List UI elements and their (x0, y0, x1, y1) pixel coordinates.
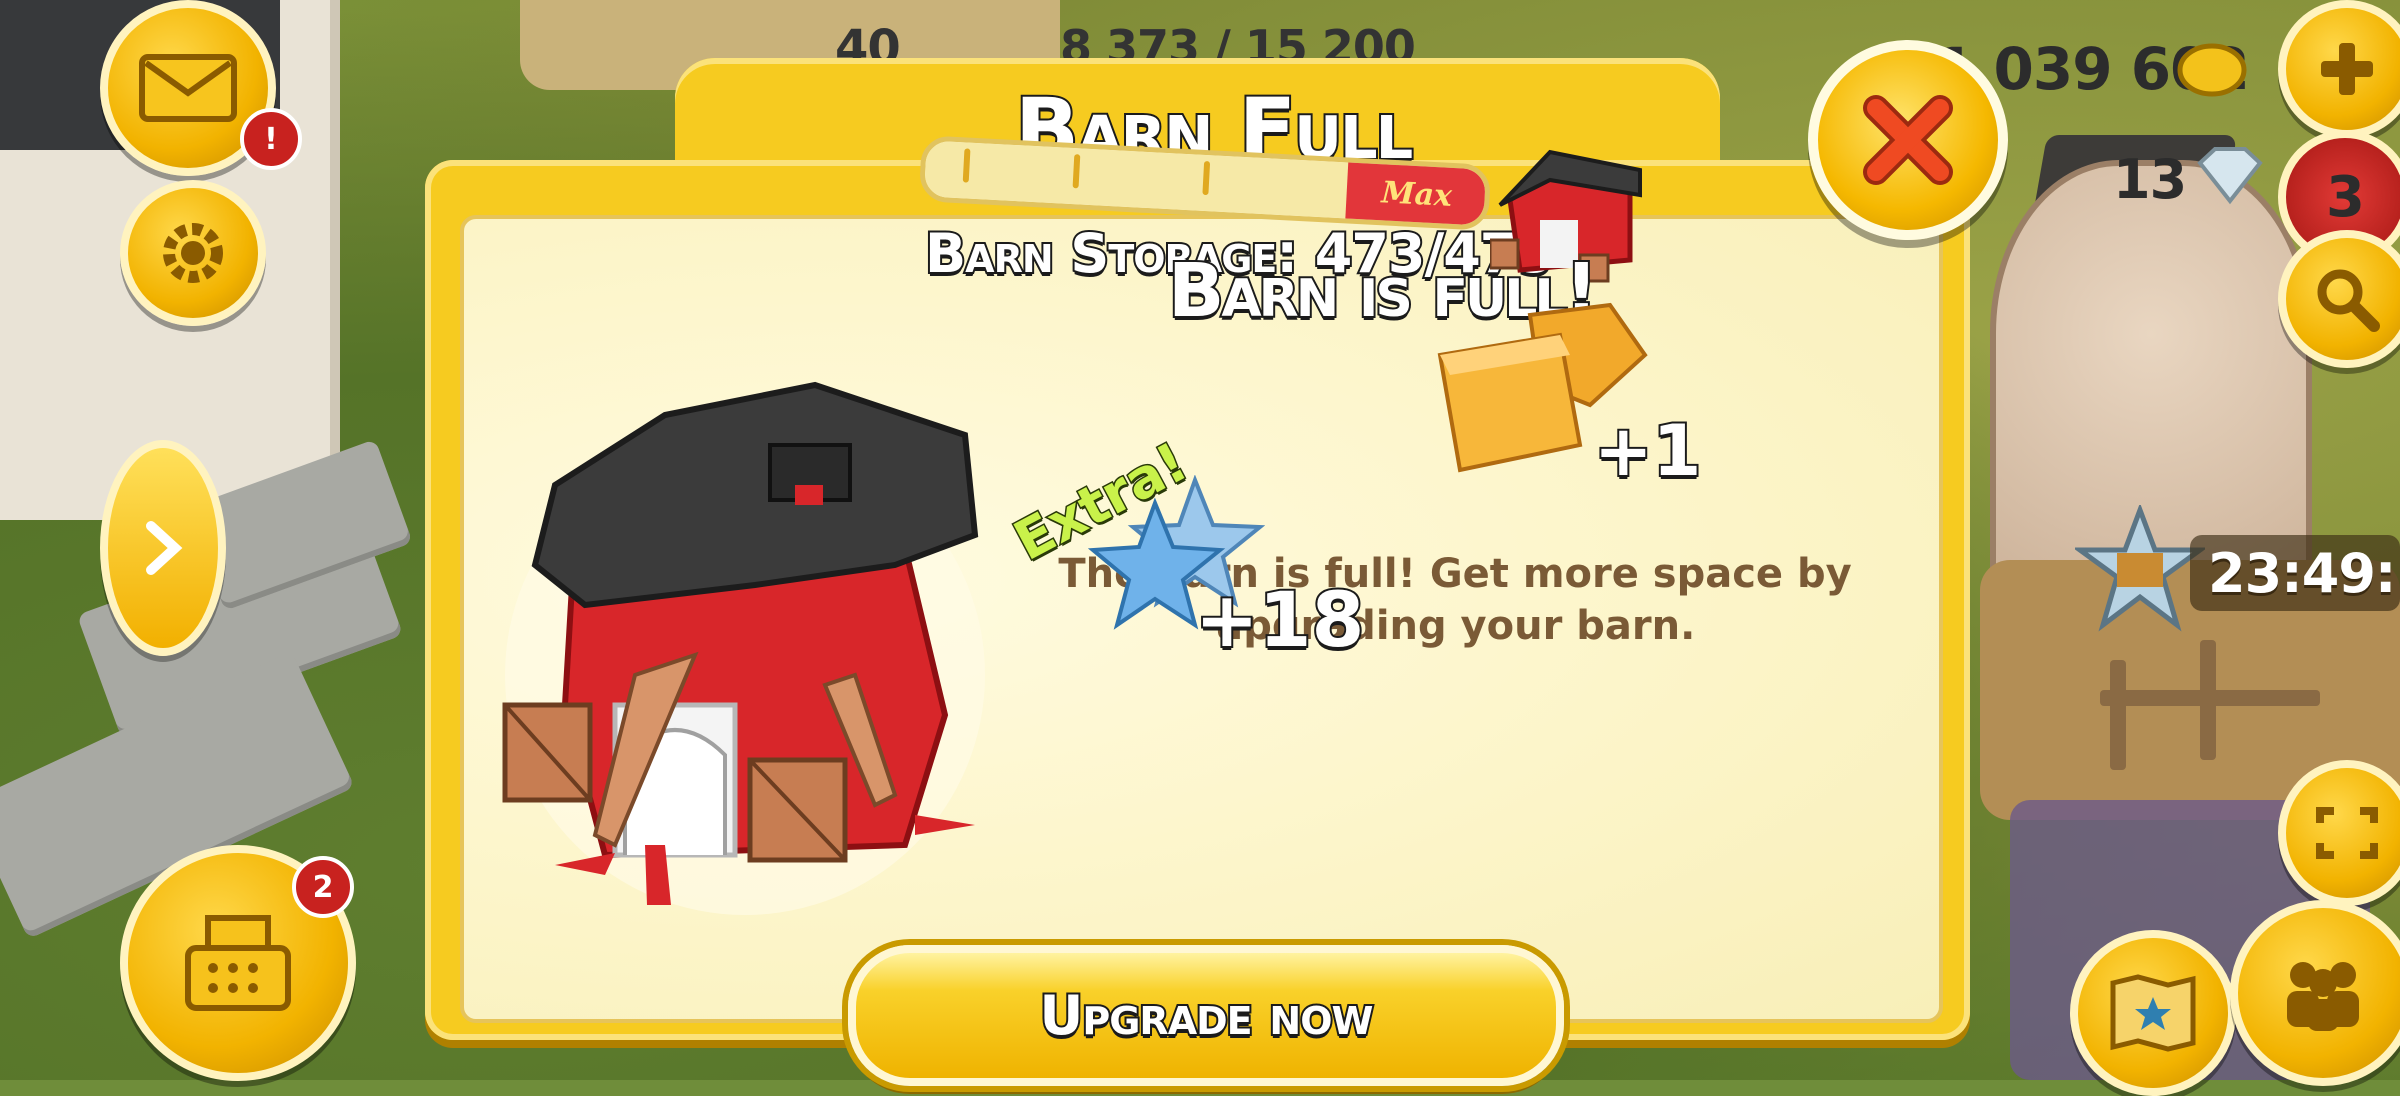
cash-register-badge: 2 (292, 856, 354, 918)
fence-post (2200, 640, 2216, 760)
mail-alert-badge: ! (240, 108, 302, 170)
event-timer: 23:49:11 (2208, 542, 2400, 605)
event-star-icon[interactable] (2075, 505, 2205, 635)
gear-icon (163, 223, 223, 283)
storage-max-label: Max (1345, 160, 1489, 228)
map-button[interactable] (2070, 930, 2236, 1096)
friends-icon (2287, 962, 2359, 1031)
plus-icon (2321, 43, 2373, 95)
upgrade-now-button[interactable]: Upgrade now (848, 945, 1564, 1086)
broken-barn-illustration (502, 381, 985, 915)
shop-badge-count: 3 (2326, 164, 2365, 230)
search-icon (2317, 269, 2380, 332)
close-button[interactable] (1808, 40, 2008, 240)
hay-reward-amount: +1 (1592, 408, 1703, 494)
map-icon (2110, 974, 2196, 1052)
mail-icon (139, 54, 237, 122)
xp-reward-amount: +18 (1193, 573, 1366, 666)
diamonds-counter: 13 (2113, 148, 2187, 211)
settings-button[interactable] (120, 180, 266, 326)
coin-icon (2177, 43, 2247, 97)
close-icon (1863, 95, 1953, 185)
upgrade-now-label: Upgrade now (1038, 982, 1376, 1049)
expand-icon (2316, 807, 2378, 859)
cash-register-icon (185, 915, 291, 1011)
arrow-right-icon (146, 521, 183, 575)
expand-sidebar-button[interactable] (100, 440, 226, 656)
fence-post (2110, 660, 2126, 770)
diamond-icon (2197, 147, 2263, 205)
